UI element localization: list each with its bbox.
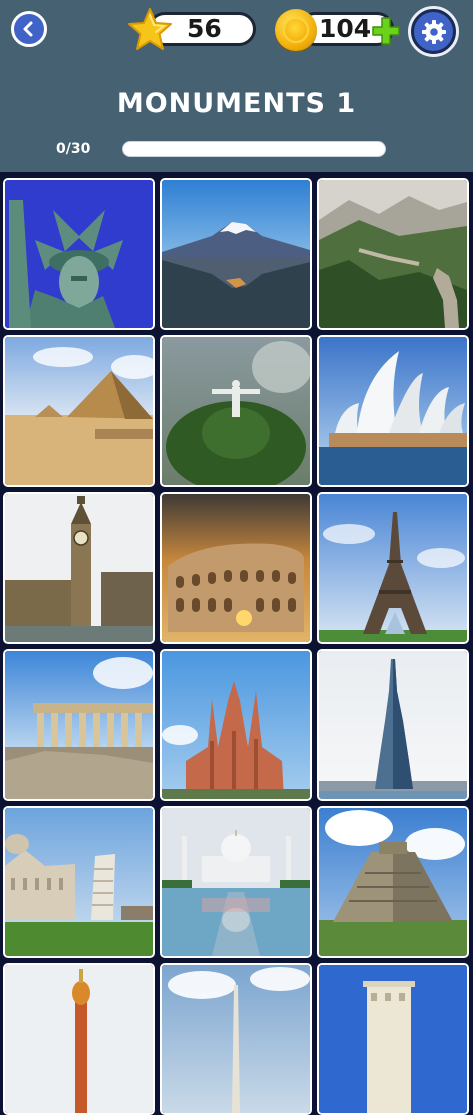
stars-count: 56 — [187, 14, 222, 43]
tile-eiffel-tower[interactable] — [317, 492, 469, 644]
tile-big-ben[interactable] — [3, 492, 155, 644]
tile-chichen-itza[interactable] — [317, 806, 469, 958]
top-bar: 56 104 MONUMENTS 1 0/30 — [0, 0, 473, 172]
taj-mahal-image — [162, 808, 310, 956]
tile-burj-khalifa[interactable] — [317, 649, 469, 801]
tile-sydney-opera-house[interactable] — [317, 335, 469, 487]
chichen-itza-image — [319, 808, 467, 956]
tile-statue-of-liberty[interactable] — [3, 178, 155, 330]
tile-pyramids[interactable] — [3, 335, 155, 487]
burj-khalifa-image — [319, 651, 467, 799]
gear-icon — [421, 19, 446, 44]
star-icon — [128, 8, 172, 50]
christ-the-redeemer-image — [162, 337, 310, 485]
colosseum-image — [162, 494, 310, 642]
statue-of-liberty-image — [5, 180, 153, 328]
sydney-opera-house-image — [319, 337, 467, 485]
tile-leaning-tower-of-pisa[interactable] — [3, 806, 155, 958]
sagrada-familia-image — [162, 651, 310, 799]
belem-tower-image — [319, 965, 467, 1113]
tile-mount-fuji[interactable] — [160, 178, 312, 330]
coins-count: 104 — [319, 14, 372, 43]
st-basils-cathedral-image — [5, 965, 153, 1113]
big-ben-image — [5, 494, 153, 642]
tile-christ-the-redeemer[interactable] — [160, 335, 312, 487]
tile-taj-mahal[interactable] — [160, 806, 312, 958]
washington-monument-image — [162, 965, 310, 1113]
plus-icon[interactable] — [370, 15, 402, 47]
pyramids-image — [5, 337, 153, 485]
chevron-left-icon — [23, 21, 33, 37]
back-button[interactable] — [11, 11, 47, 47]
tile-great-wall[interactable] — [317, 178, 469, 330]
tile-washington-monument[interactable] — [160, 963, 312, 1115]
level-title: MONUMENTS 1 — [116, 88, 357, 119]
settings-button[interactable] — [408, 6, 459, 57]
mount-fuji-image — [162, 180, 310, 328]
progress-text: 0/30 — [56, 141, 91, 157]
parthenon-image — [5, 651, 153, 799]
tile-colosseum[interactable] — [160, 492, 312, 644]
tile-belem-tower[interactable] — [317, 963, 469, 1115]
tile-sagrada-familia[interactable] — [160, 649, 312, 801]
progress-bar — [122, 141, 386, 157]
great-wall-image — [319, 180, 467, 328]
tile-st-basils-cathedral[interactable] — [3, 963, 155, 1115]
tile-parthenon[interactable] — [3, 649, 155, 801]
eiffel-tower-image — [319, 494, 467, 642]
leaning-tower-of-pisa-image — [5, 808, 153, 956]
coin-icon — [275, 9, 317, 51]
monument-grid — [0, 172, 473, 1115]
